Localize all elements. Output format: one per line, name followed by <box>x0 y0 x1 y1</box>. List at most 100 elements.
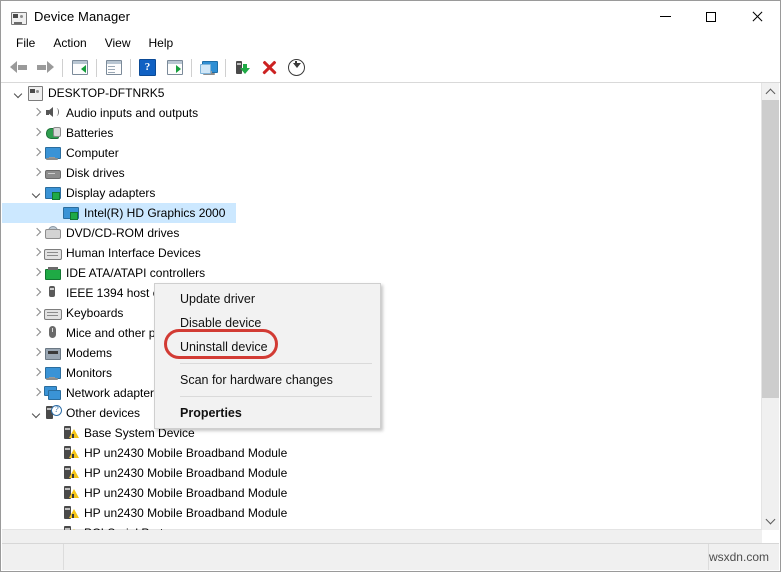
chevron-right-icon[interactable] <box>30 147 43 160</box>
tree-expander-spacer <box>48 427 61 440</box>
tree-item-label: Batteries <box>66 125 114 140</box>
tree-expander-spacer <box>48 447 61 460</box>
tree-item-label: DVD/CD-ROM drives <box>66 225 180 240</box>
action-pane-icon <box>166 60 183 75</box>
menu-bar: File Action View Help <box>1 32 780 53</box>
tree-item[interactable]: Batteries <box>2 123 754 143</box>
properties-panel-icon <box>105 60 122 75</box>
unknown-device-warning-icon <box>62 425 79 441</box>
scroll-down-button[interactable] <box>762 513 779 530</box>
forward-button[interactable] <box>32 55 59 80</box>
display-adapter-icon <box>44 185 61 201</box>
tree-expander-spacer <box>48 207 61 220</box>
vertical-scrollbar[interactable] <box>761 83 779 530</box>
tree-item[interactable]: HP un2430 Mobile Broadband Module <box>2 443 754 463</box>
menu-action[interactable]: Action <box>44 34 95 52</box>
tree-item[interactable]: HP un2430 Mobile Broadband Module <box>2 463 754 483</box>
tree-item-label: HP un2430 Mobile Broadband Module <box>84 465 288 480</box>
context-menu-item[interactable]: Update driver <box>155 287 380 311</box>
chevron-right-icon[interactable] <box>30 267 43 280</box>
tree-item[interactable]: Display adapters <box>2 183 754 203</box>
chevron-right-icon[interactable] <box>30 287 43 300</box>
toolbar-separator <box>191 58 192 77</box>
menu-help[interactable]: Help <box>140 34 183 52</box>
chevron-right-icon[interactable] <box>30 367 43 380</box>
monitor-icon <box>44 145 61 161</box>
tree-item-label: Human Interface Devices <box>66 245 201 260</box>
chevron-right-icon[interactable] <box>30 387 43 400</box>
context-menu-item[interactable]: Scan for hardware changes <box>155 368 380 392</box>
menu-view[interactable]: View <box>96 34 140 52</box>
chevron-right-icon[interactable] <box>30 227 43 240</box>
chevron-right-icon[interactable] <box>30 327 43 340</box>
tree-item[interactable]: Computer <box>2 143 754 163</box>
chevron-down-icon[interactable] <box>30 187 43 200</box>
minimize-button[interactable] <box>642 1 688 32</box>
chevron-right-icon[interactable] <box>30 307 43 320</box>
help-button[interactable]: ? <box>134 55 161 80</box>
hid-icon <box>44 245 62 261</box>
chevron-right-icon[interactable] <box>30 167 43 180</box>
scroll-up-button[interactable] <box>762 83 779 100</box>
uninstall-device-button[interactable] <box>256 55 283 80</box>
tree-item[interactable]: DVD/CD-ROM drives <box>2 223 754 243</box>
tree-item-label: Network adapters <box>66 385 161 400</box>
update-driver-icon <box>235 60 250 75</box>
close-button[interactable] <box>734 1 780 32</box>
device-manager-icon <box>10 9 27 25</box>
arrow-left-icon <box>10 61 27 74</box>
horizontal-scrollbar[interactable] <box>2 529 762 544</box>
unknown-device-warning-icon <box>62 525 79 530</box>
tree-item-label: PCI Serial Port <box>84 526 163 531</box>
arrow-right-icon <box>37 61 54 74</box>
update-driver-button[interactable] <box>229 55 256 80</box>
chevron-right-icon[interactable] <box>30 347 43 360</box>
tree-item[interactable]: DESKTOP-DFTNRK5 <box>2 83 754 103</box>
tree-expander-spacer <box>48 527 61 531</box>
tree-item-label: Audio inputs and outputs <box>66 105 199 120</box>
tree-item[interactable]: Human Interface Devices <box>2 243 754 263</box>
window-controls <box>642 1 780 32</box>
status-pane-2 <box>64 544 709 570</box>
chevron-right-icon[interactable] <box>30 107 43 120</box>
properties-button[interactable] <box>100 55 127 80</box>
ide-controller-icon <box>44 265 61 281</box>
chevron-right-icon[interactable] <box>30 127 43 140</box>
tree-item[interactable]: HP un2430 Mobile Broadband Module <box>2 483 754 503</box>
tree-item[interactable]: Audio inputs and outputs <box>2 103 754 123</box>
tree-item[interactable]: IDE ATA/ATAPI controllers <box>2 263 754 283</box>
unknown-device-warning-icon <box>62 485 79 501</box>
context-menu[interactable]: Update driver Disable device Uninstall dev… <box>154 283 381 429</box>
menu-file[interactable]: File <box>7 34 44 52</box>
show-hide-action-pane-button[interactable] <box>161 55 188 80</box>
tree-item[interactable]: HP un2430 Mobile Broadband Module <box>2 503 754 523</box>
scan-for-hardware-changes-button[interactable] <box>195 55 222 80</box>
modem-icon <box>44 345 61 361</box>
unknown-device-warning-icon <box>62 465 79 481</box>
tree-item-label: Disk drives <box>66 165 125 180</box>
chevron-right-icon[interactable] <box>30 247 43 260</box>
context-menu-item[interactable]: Properties <box>155 401 380 425</box>
watermark: wsxdn.com <box>708 550 769 564</box>
help-icon: ? <box>139 59 156 76</box>
maximize-button[interactable] <box>688 1 734 32</box>
chevron-down-icon[interactable] <box>12 87 25 100</box>
monitor-icon <box>44 365 61 381</box>
tree-item-label: HP un2430 Mobile Broadband Module <box>84 485 288 500</box>
display-adapter-icon <box>62 205 79 221</box>
tree-item[interactable]: Intel(R) HD Graphics 2000 <box>2 203 754 223</box>
chevron-down-icon[interactable] <box>30 407 43 420</box>
speaker-icon <box>44 105 61 121</box>
status-bar: wsxdn.com <box>2 543 779 570</box>
tree-item-label: Other devices <box>66 405 141 420</box>
back-button[interactable] <box>5 55 32 80</box>
context-menu-item[interactable]: Uninstall device <box>155 335 380 359</box>
context-menu-item[interactable]: Disable device <box>155 311 380 335</box>
tree-item[interactable]: Disk drives <box>2 163 754 183</box>
keyboard-icon <box>44 305 62 321</box>
disable-device-button[interactable] <box>283 55 310 80</box>
show-hide-console-tree-button[interactable] <box>66 55 93 80</box>
vertical-scrollbar-thumb[interactable] <box>762 100 779 398</box>
context-menu-separator <box>180 396 372 397</box>
tree-expander-spacer <box>48 487 61 500</box>
